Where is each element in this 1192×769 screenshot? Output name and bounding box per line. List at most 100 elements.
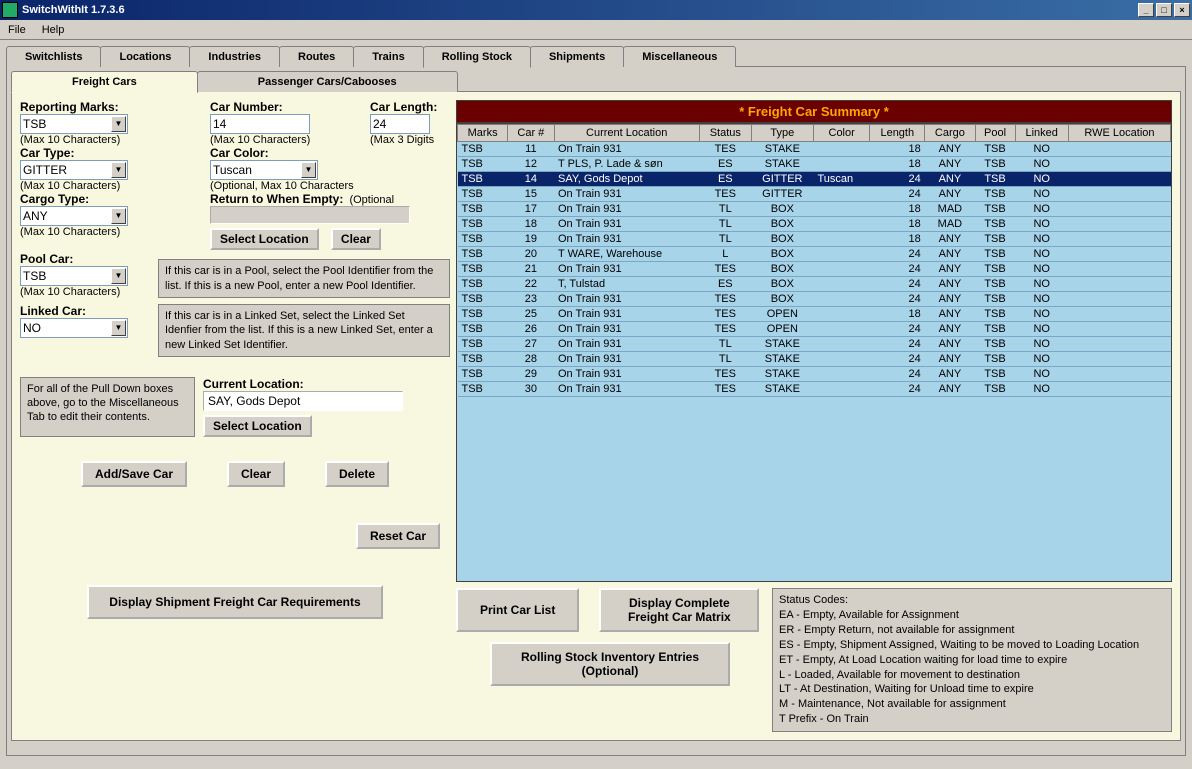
car-number-input[interactable] [210,114,310,134]
status-line: ET - Empty, At Load Location waiting for… [779,653,1165,668]
car-color-label: Car Color: [210,146,470,160]
car-length-input[interactable] [370,114,430,134]
chevron-down-icon: ▼ [111,320,126,336]
table-row[interactable]: TSB15On Train 931TESGITTER24ANYTSBNO [458,187,1171,202]
status-line: T Prefix - On Train [779,712,1165,727]
subtab-freight-cars[interactable]: Freight Cars [11,71,198,93]
tab-shipments[interactable]: Shipments [530,46,624,67]
tab-industries[interactable]: Industries [189,46,280,67]
delete-button[interactable]: Delete [325,461,389,487]
table-row[interactable]: TSB18On Train 931TLBOX18MADTSBNO [458,217,1171,232]
menubar: File Help [0,20,1192,40]
table-row[interactable]: TSB27On Train 931TLSTAKE24ANYTSBNO [458,337,1171,352]
current-location-value: SAY, Gods Depot [203,391,403,411]
reporting-marks-combo[interactable]: TSB▼ [20,114,128,134]
chevron-down-icon: ▼ [111,268,126,284]
misc-hint: For all of the Pull Down boxes above, go… [20,377,195,437]
col-header[interactable]: Car # [508,125,554,142]
table-row[interactable]: TSB30On Train 931TESSTAKE24ANYTSBNO [458,382,1171,397]
status-line: EA - Empty, Available for Assignment [779,608,1165,623]
minimize-button[interactable]: _ [1138,3,1154,17]
pool-car-combo[interactable]: TSB▼ [20,266,128,286]
status-line: ER - Empty Return, not available for ass… [779,623,1165,638]
table-row[interactable]: TSB22T, TulstadESBOX24ANYTSBNO [458,277,1171,292]
col-header[interactable]: RWE Location [1068,125,1170,142]
table-row[interactable]: TSB23On Train 931TESBOX24ANYTSBNO [458,292,1171,307]
clear-location-button[interactable]: Clear [331,228,381,250]
status-line: M - Maintenance, Not available for assig… [779,697,1165,712]
window-title: SwitchWithIt 1.7.3.6 [22,4,1138,16]
menu-help[interactable]: Help [38,22,69,38]
table-row[interactable]: TSB19On Train 931TLBOX18ANYTSBNO [458,232,1171,247]
reporting-marks-label: Reporting Marks: [20,100,200,114]
select-location-button-2[interactable]: Select Location [203,415,312,437]
tab-rolling-stock[interactable]: Rolling Stock [423,46,531,68]
col-header[interactable]: Length [870,125,925,142]
app-icon [2,2,18,18]
cargo-type-label: Cargo Type: [20,192,200,206]
linked-car-label: Linked Car: [20,304,150,318]
table-row[interactable]: TSB17On Train 931TLBOX18MADTSBNO [458,202,1171,217]
status-line: LT - At Destination, Waiting for Unload … [779,682,1165,697]
summary-table: MarksCar #Current LocationStatusTypeColo… [457,124,1171,397]
summary-title: * Freight Car Summary * [456,100,1172,123]
titlebar: SwitchWithIt 1.7.3.6 _ □ × [0,0,1192,20]
chevron-down-icon: ▼ [111,208,126,224]
table-row[interactable]: TSB26On Train 931TESOPEN24ANYTSBNO [458,322,1171,337]
subtab-passenger-cars-cabooses[interactable]: Passenger Cars/Cabooses [197,71,458,92]
add-save-button[interactable]: Add/Save Car [81,461,187,487]
table-row[interactable]: TSB12T PLS, P. Lade & sønESSTAKE18ANYTSB… [458,157,1171,172]
col-header[interactable]: Pool [975,125,1015,142]
table-row[interactable]: TSB21On Train 931TESBOX24ANYTSBNO [458,262,1171,277]
car-color-combo[interactable]: Tuscan▼ [210,160,318,180]
car-type-label: Car Type: [20,146,200,160]
pool-car-label: Pool Car: [20,252,150,266]
tab-routes[interactable]: Routes [279,46,354,67]
summary-table-wrap[interactable]: MarksCar #Current LocationStatusTypeColo… [456,123,1172,582]
chevron-down-icon: ▼ [301,162,316,178]
linked-car-combo[interactable]: NO▼ [20,318,128,338]
status-codes-box: Status Codes: EA - Empty, Available for … [772,588,1172,732]
linked-car-info: If this car is in a Linked Set, select t… [158,304,450,357]
return-empty-label: Return to When Empty: [210,192,343,206]
display-requirements-button[interactable]: Display Shipment Freight Car Requirement… [87,585,382,619]
col-header[interactable]: Type [751,125,813,142]
reset-car-button[interactable]: Reset Car [356,523,440,549]
table-row[interactable]: TSB29On Train 931TESSTAKE24ANYTSBNO [458,367,1171,382]
maximize-button[interactable]: □ [1156,3,1172,17]
tab-locations[interactable]: Locations [100,46,190,67]
col-header[interactable]: Cargo [925,125,975,142]
print-car-list-button[interactable]: Print Car List [456,588,579,632]
current-location-label: Current Location: [203,377,403,391]
table-row[interactable]: TSB20T WARE, WarehouseLBOX24ANYTSBNO [458,247,1171,262]
close-button[interactable]: × [1174,3,1190,17]
col-header[interactable]: Linked [1015,125,1068,142]
table-row[interactable]: TSB14SAY, Gods DepotESGITTERTuscan24ANYT… [458,172,1171,187]
table-row[interactable]: TSB25On Train 931TESOPEN18ANYTSBNO [458,307,1171,322]
menu-file[interactable]: File [4,22,30,38]
cargo-type-combo[interactable]: ANY▼ [20,206,128,226]
status-line: L - Loaded, Available for movement to de… [779,668,1165,683]
clear-button[interactable]: Clear [227,461,285,487]
inventory-button[interactable]: Rolling Stock Inventory Entries (Optiona… [490,642,730,686]
col-header[interactable]: Status [699,125,751,142]
form-area: Reporting Marks: TSB▼ (Max 10 Characters… [20,100,450,732]
pool-car-info: If this car is in a Pool, select the Poo… [158,259,450,298]
tab-trains[interactable]: Trains [353,46,423,67]
col-header[interactable]: Marks [458,125,508,142]
car-length-label: Car Length: [370,100,470,114]
car-type-combo[interactable]: GITTER▼ [20,160,128,180]
table-row[interactable]: TSB11On Train 931TESSTAKE18ANYTSBNO [458,142,1171,157]
display-matrix-button[interactable]: Display Complete Freight Car Matrix [599,588,759,632]
table-row[interactable]: TSB28On Train 931TLSTAKE24ANYTSBNO [458,352,1171,367]
col-header[interactable]: Color [814,125,870,142]
select-location-button-1[interactable]: Select Location [210,228,319,250]
return-empty-value [210,206,410,224]
chevron-down-icon: ▼ [111,162,126,178]
tab-switchlists[interactable]: Switchlists [6,46,101,67]
status-line: ES - Empty, Shipment Assigned, Waiting t… [779,638,1165,653]
car-number-label: Car Number: [210,100,360,114]
col-header[interactable]: Current Location [554,125,699,142]
chevron-down-icon: ▼ [111,116,126,132]
tab-miscellaneous[interactable]: Miscellaneous [623,46,736,67]
